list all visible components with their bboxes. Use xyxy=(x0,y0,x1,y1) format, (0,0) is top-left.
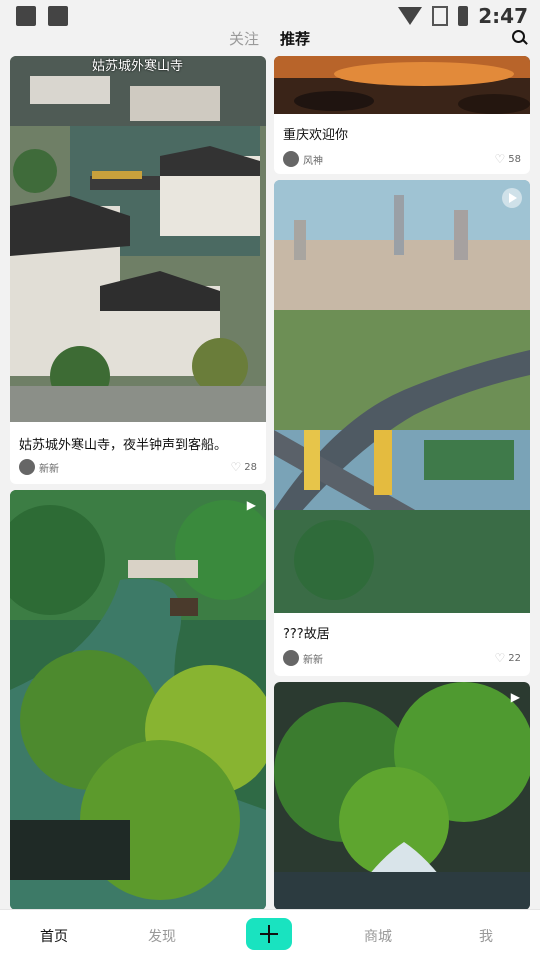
heart-icon: ♡ xyxy=(494,152,506,166)
feed[interactable]: 姑苏城外寒山寺 姑苏城外寒山寺，夜半钟声到客船。 新新 ♡ 28 ▶ 重庆欢迎你… xyxy=(0,56,540,910)
author-name: 新新 xyxy=(303,654,323,666)
author-name: 风神 xyxy=(303,155,323,167)
card-overlay-title: 姑苏城外寒山寺 xyxy=(92,59,184,74)
nav-shop[interactable]: 商城 xyxy=(364,926,392,946)
avatar xyxy=(283,650,299,666)
card-image xyxy=(274,180,530,613)
card-image xyxy=(274,56,530,114)
no-sim-icon xyxy=(432,6,449,26)
nav-me[interactable]: 我 xyxy=(479,926,493,946)
like-count[interactable]: ♡ 58 xyxy=(495,152,522,166)
wifi-icon xyxy=(398,7,423,25)
author-name: 新新 xyxy=(39,463,59,475)
feed-card[interactable]: 姑苏城外寒山寺 姑苏城外寒山寺，夜半钟声到客船。 新新 ♡ 28 xyxy=(10,56,266,484)
plus-icon[interactable] xyxy=(246,918,292,950)
card-author[interactable]: 新新 xyxy=(19,459,59,475)
card-author[interactable]: 风神 xyxy=(283,151,323,167)
like-count[interactable]: ♡ 22 xyxy=(495,651,522,665)
card-meta: 新新 ♡ 28 xyxy=(19,458,257,476)
nav-discover[interactable]: 发现 xyxy=(148,926,176,946)
card-title: ???故居 xyxy=(283,627,330,642)
card-title: 姑苏城外寒山寺，夜半钟声到客船。 xyxy=(19,438,228,453)
a-icon xyxy=(48,6,68,26)
tab-recommend[interactable]: 推荐 xyxy=(280,28,310,49)
card-image xyxy=(274,682,530,910)
card-meta: 风神 ♡ 58 xyxy=(283,150,521,168)
card-title: 重庆欢迎你 xyxy=(283,128,349,143)
play-icon: ▶ xyxy=(246,498,256,512)
battery-icon xyxy=(458,6,469,26)
bottom-nav: 首页 发现 商城 我 xyxy=(0,909,540,960)
feed-card[interactable]: ▶ xyxy=(10,490,266,910)
feed-card[interactable]: ▶ xyxy=(274,682,530,910)
tab-follow[interactable]: 关注 xyxy=(229,28,259,49)
avatar xyxy=(19,459,35,475)
play-button-icon[interactable] xyxy=(502,188,522,208)
feed-card[interactable]: 重庆欢迎你 风神 ♡ 58 xyxy=(274,56,530,174)
nav-home[interactable]: 首页 xyxy=(40,926,68,946)
top-bar: 关注 推荐 xyxy=(0,24,540,54)
like-count[interactable]: ♡ 28 xyxy=(231,460,258,474)
image-icon xyxy=(16,6,36,26)
heart-icon: ♡ xyxy=(230,460,242,474)
avatar xyxy=(283,151,299,167)
card-image xyxy=(10,56,266,422)
play-icon: ▶ xyxy=(510,690,520,704)
card-image xyxy=(10,490,266,910)
card-meta: 新新 ♡ 22 xyxy=(283,649,521,667)
card-author[interactable]: 新新 xyxy=(283,650,323,666)
feed-card[interactable]: ???故居 新新 ♡ 22 xyxy=(274,180,530,676)
heart-icon: ♡ xyxy=(494,651,506,665)
search-icon[interactable] xyxy=(512,30,528,45)
